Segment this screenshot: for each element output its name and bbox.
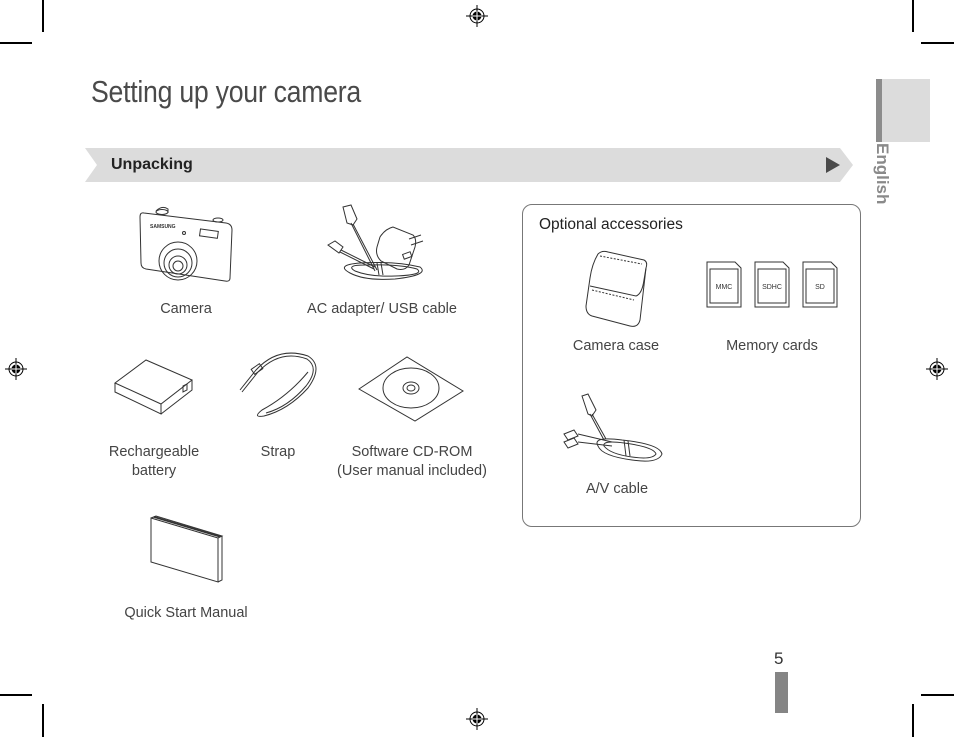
- crop-mark: [42, 0, 44, 32]
- page-number: 5: [774, 649, 784, 668]
- av-cable-icon: [563, 393, 663, 462]
- registration-mark-icon: [466, 708, 488, 730]
- crop-mark: [912, 0, 914, 32]
- language-tab-bar: [876, 79, 882, 142]
- strap-icon: [239, 352, 317, 417]
- crop-mark: [921, 694, 954, 696]
- camera-case-icon: [585, 250, 648, 327]
- item-label-strap: Strap: [260, 444, 296, 460]
- registration-mark-icon: [926, 358, 948, 380]
- item-label-memory-cards: Memory cards: [726, 338, 818, 354]
- item-label-cd-rom: Software CD-ROM (User manual included): [337, 444, 487, 479]
- item-label-battery: Rechargeable battery: [108, 444, 200, 479]
- registration-mark-icon: [466, 5, 488, 27]
- language-label: English: [873, 143, 892, 205]
- optional-accessories-title: Optional accessories: [539, 216, 683, 233]
- item-label-av-cable: A/V cable: [585, 481, 649, 497]
- registration-mark-icon: [5, 358, 27, 380]
- svg-text:SAMSUNG: SAMSUNG: [150, 224, 176, 230]
- memory-card-sdhc: SDHC: [762, 284, 782, 291]
- language-tab: [876, 79, 930, 142]
- crop-mark: [42, 704, 44, 737]
- memory-card-sd: SD: [815, 284, 825, 291]
- page-number-bar: [775, 672, 788, 713]
- cd-rom-icon: [358, 356, 464, 422]
- crop-mark: [0, 694, 32, 696]
- crop-mark: [921, 42, 954, 44]
- optional-accessories-box: [522, 204, 861, 527]
- section-banner: [85, 148, 853, 182]
- manual-icon: [150, 515, 224, 583]
- camera-icon: SAMSUNG: [139, 206, 233, 282]
- item-label-manual: Quick Start Manual: [124, 605, 248, 621]
- crop-mark: [912, 704, 914, 737]
- battery-icon: [114, 359, 193, 415]
- section-heading: Unpacking: [111, 156, 193, 173]
- page-title: Setting up your camera: [91, 74, 361, 109]
- crop-mark: [0, 42, 32, 44]
- item-label-camera: Camera: [160, 301, 212, 317]
- item-label-camera-case: Camera case: [572, 338, 660, 354]
- item-label-ac-adapter: AC adapter/ USB cable: [307, 301, 457, 317]
- memory-card-mmc: MMC: [715, 284, 733, 291]
- ac-adapter-icon: [327, 204, 424, 280]
